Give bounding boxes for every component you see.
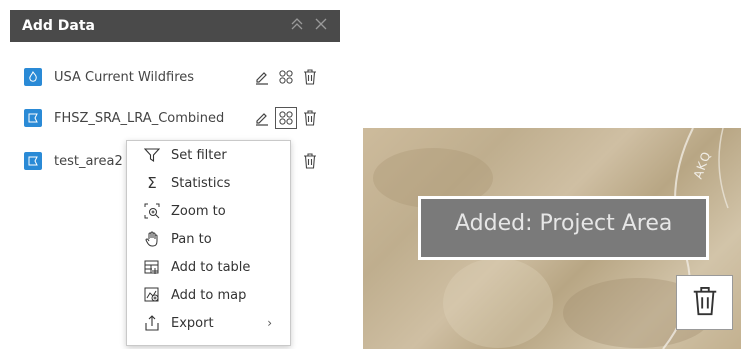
trash-icon[interactable] <box>300 67 320 87</box>
trash-icon[interactable] <box>300 108 320 128</box>
panel-header: Add Data <box>10 10 340 42</box>
header-actions <box>290 17 328 35</box>
map-label-text: Added: Project Area <box>455 211 673 236</box>
menu-item-label: Statistics <box>171 175 231 191</box>
menu-item-zoom-to[interactable]: Zoom to <box>127 197 290 225</box>
panel-title: Add Data <box>22 18 95 34</box>
edit-icon[interactable] <box>252 108 272 128</box>
add-table-icon <box>143 258 161 276</box>
trash-icon[interactable] <box>300 151 320 171</box>
layer-context-menu: Set filter Σ Statistics Zoom to Pan to A… <box>126 140 291 346</box>
menu-item-add-to-table[interactable]: Add to table <box>127 253 290 281</box>
menu-item-add-to-map[interactable]: Add to map <box>127 281 290 309</box>
chevron-right-icon: › <box>267 316 272 330</box>
row-actions <box>252 107 320 129</box>
edit-icon[interactable] <box>252 67 272 87</box>
layer-row[interactable]: USA Current Wildfires <box>24 66 334 88</box>
menu-item-label: Export <box>171 315 214 331</box>
menu-item-label: Set filter <box>171 147 227 163</box>
close-icon[interactable] <box>314 17 328 35</box>
layer-name: test_area2 <box>54 153 123 169</box>
more-options-icon[interactable] <box>276 67 296 87</box>
hand-icon <box>143 230 161 248</box>
row-actions <box>252 67 320 87</box>
row-actions <box>300 151 320 171</box>
menu-item-label: Add to map <box>171 287 247 303</box>
more-options-icon[interactable] <box>275 107 297 129</box>
filter-icon <box>143 146 161 164</box>
menu-item-set-filter[interactable]: Set filter <box>127 141 290 169</box>
fire-layer-icon <box>24 68 42 86</box>
map-feature-label: Added: Project Area <box>418 196 709 260</box>
menu-item-label: Pan to <box>171 231 212 247</box>
layer-name: FHSZ_SRA_LRA_Combined <box>54 110 225 126</box>
layer-name: USA Current Wildfires <box>54 69 195 85</box>
zoom-to-icon <box>143 202 161 220</box>
polygon-layer-icon <box>24 109 42 127</box>
menu-item-export[interactable]: Export › <box>127 309 290 337</box>
menu-item-label: Add to table <box>171 259 251 275</box>
double-chevron-up-icon[interactable] <box>290 17 304 35</box>
trash-icon <box>690 285 720 321</box>
polygon-layer-icon <box>24 152 42 170</box>
menu-item-pan-to[interactable]: Pan to <box>127 225 290 253</box>
export-icon <box>143 314 161 332</box>
menu-item-label: Zoom to <box>171 203 226 219</box>
sigma-icon: Σ <box>147 174 157 192</box>
layer-row[interactable]: FHSZ_SRA_LRA_Combined <box>24 107 334 129</box>
menu-item-statistics[interactable]: Σ Statistics <box>127 169 290 197</box>
map-delete-button[interactable] <box>676 275 733 330</box>
add-map-icon <box>143 286 161 304</box>
